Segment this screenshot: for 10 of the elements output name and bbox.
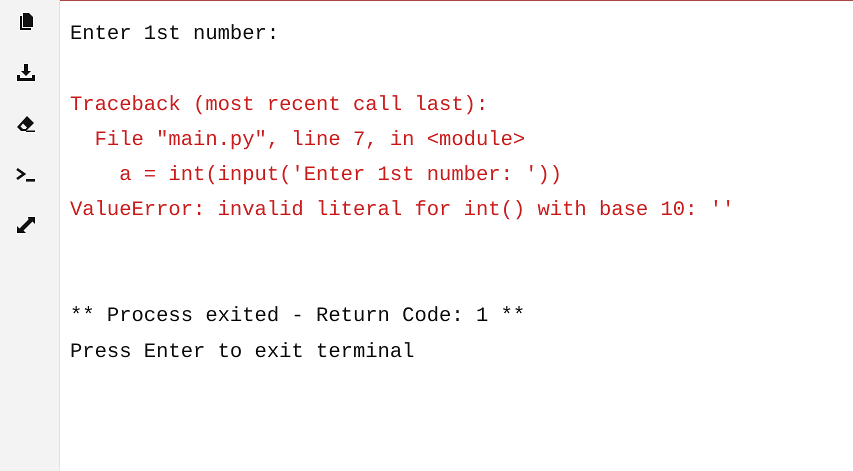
output-line: Press Enter to exit terminal xyxy=(70,340,416,366)
download-icon[interactable] xyxy=(16,63,36,83)
error-line: Traceback (most recent call last): xyxy=(70,92,490,119)
output-line: Enter 1st number: xyxy=(70,22,280,48)
output-line: ** Process exited - Return Code: 1 ** xyxy=(70,304,526,330)
eraser-icon[interactable] xyxy=(16,114,36,134)
error-line: ValueError: invalid literal for int() with base 10: '' xyxy=(70,198,736,224)
error-line: File "main.py", line 7, in <module> xyxy=(94,128,526,154)
expand-icon[interactable] xyxy=(16,216,36,236)
error-line: a = int(input('Enter 1st number: ')) xyxy=(118,163,564,190)
